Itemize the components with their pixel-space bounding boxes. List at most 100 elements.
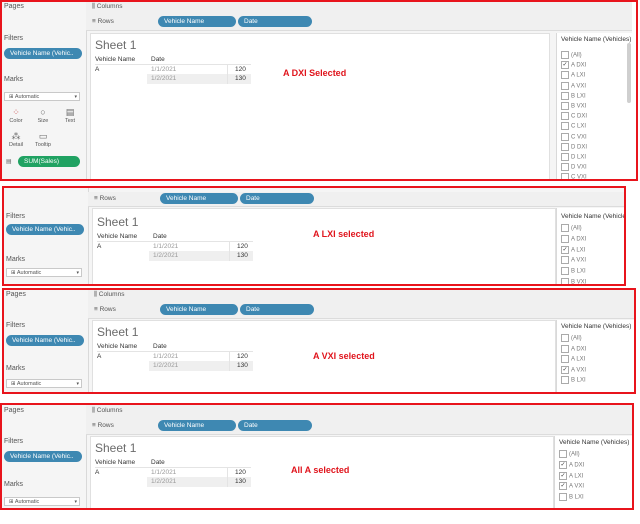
checkbox-icon[interactable] bbox=[561, 142, 569, 151]
filter-option[interactable]: D LXI bbox=[561, 153, 586, 163]
rows-pill-date[interactable]: Date bbox=[240, 193, 314, 204]
tooltip-label: Tooltip bbox=[35, 142, 51, 148]
checkbox-icon[interactable] bbox=[561, 173, 569, 180]
rows-pill-vehicle-name[interactable]: Vehicle Name bbox=[158, 16, 236, 27]
filter-option[interactable]: A LXI bbox=[561, 71, 585, 81]
filter-option[interactable]: ✓ A LXI bbox=[559, 471, 583, 482]
checkbox-checked-icon[interactable]: ✓ bbox=[559, 482, 567, 491]
color-button[interactable]: ⁘ Color bbox=[3, 106, 29, 128]
columns-shelf[interactable]: ⫼ Columns bbox=[86, 404, 632, 419]
columns-shelf[interactable]: ⫼ Columns bbox=[88, 288, 636, 303]
filter-option[interactable]: C VXI bbox=[561, 132, 587, 143]
size-button[interactable]: ○ Size bbox=[30, 106, 56, 128]
filter-option[interactable]: A VXI bbox=[561, 256, 586, 266]
rows-shelf[interactable]: ≡ Rows Vehicle Name Date bbox=[86, 418, 632, 435]
filter-option[interactable]: A LXI bbox=[561, 355, 585, 365]
filter-option[interactable]: ✓ A DXI bbox=[559, 460, 584, 471]
mark-type-dropdown[interactable]: ⊞ Automatic ▾ bbox=[4, 497, 80, 506]
filter-option[interactable]: (All) bbox=[559, 450, 580, 460]
checkbox-icon[interactable] bbox=[561, 71, 569, 80]
checkbox-checked-icon[interactable]: ✓ bbox=[561, 365, 569, 374]
mark-type-value: Automatic bbox=[14, 499, 40, 505]
filters-shelf[interactable]: Filters Vehicle Name (Vehic.. bbox=[0, 30, 86, 71]
filters-shelf[interactable]: Filters Vehicle Name (Vehic.. bbox=[0, 432, 86, 477]
checkbox-icon[interactable] bbox=[561, 153, 569, 161]
checkbox-icon[interactable] bbox=[561, 344, 569, 353]
mark-type-dropdown[interactable]: ⊞ Automatic ▾ bbox=[4, 92, 80, 101]
pages-shelf[interactable]: Pages bbox=[2, 288, 88, 317]
checkbox-icon[interactable] bbox=[561, 224, 569, 232]
filter-option[interactable]: C VXI bbox=[561, 173, 587, 180]
filter-option[interactable]: B VXI bbox=[561, 102, 586, 112]
checkbox-icon[interactable] bbox=[561, 376, 569, 385]
filter-option[interactable]: B VXI bbox=[561, 278, 586, 284]
rows-pill-vehicle-name[interactable]: Vehicle Name bbox=[160, 304, 238, 315]
checkbox-icon[interactable] bbox=[559, 450, 567, 458]
rows-shelf[interactable]: ≡ Rows Vehicle Name Date bbox=[88, 302, 636, 319]
filter-option[interactable]: B LXI bbox=[559, 493, 584, 503]
filter-option[interactable]: (All) bbox=[561, 334, 582, 344]
chevron-down-icon: ▾ bbox=[74, 94, 77, 100]
marks-card: Marks ⊞ Automatic ▾ ⁘ Color ○ Size ▤ Text ⁂ D… bbox=[0, 70, 86, 180]
filter-option[interactable]: A DXI bbox=[561, 344, 586, 355]
rows-pill-date[interactable]: Date bbox=[238, 16, 312, 27]
checkbox-checked-icon[interactable]: ✓ bbox=[561, 245, 569, 254]
checkbox-icon[interactable] bbox=[561, 122, 569, 131]
filter-option[interactable]: ✓ A VXI bbox=[559, 482, 584, 492]
filter-option[interactable]: C DXI bbox=[561, 112, 587, 122]
pages-shelf[interactable]: Pages bbox=[0, 404, 86, 433]
filter-option[interactable]: (All) bbox=[561, 51, 582, 61]
columns-shelf[interactable]: ⫼ Columns bbox=[86, 0, 632, 15]
filter-option[interactable]: C LXI bbox=[561, 122, 586, 132]
sales-pill[interactable]: SUM(Sales) bbox=[18, 156, 80, 167]
filter-option[interactable]: D VXI bbox=[561, 163, 587, 173]
filter-option[interactable]: B LXI bbox=[561, 267, 586, 277]
filter-option[interactable]: A VXI bbox=[561, 81, 586, 92]
checkbox-icon[interactable] bbox=[561, 91, 569, 100]
filter-option[interactable]: ✓ A DXI bbox=[561, 61, 586, 71]
rows-shelf[interactable]: ≡ Rows Vehicle Name Date bbox=[86, 14, 632, 31]
filter-option[interactable]: D DXI bbox=[561, 142, 587, 153]
checkbox-icon[interactable] bbox=[559, 493, 567, 502]
filter-pill-vehicle-name[interactable]: Vehicle Name (Vehic.. bbox=[4, 451, 82, 462]
checkbox-checked-icon[interactable]: ✓ bbox=[559, 471, 567, 480]
detail-button[interactable]: ⁂ Detail bbox=[3, 130, 29, 152]
filter-pill-vehicle-name[interactable]: Vehicle Name (Vehic.. bbox=[4, 48, 82, 59]
filter-option[interactable]: ✓ A LXI bbox=[561, 245, 585, 256]
checkbox-checked-icon[interactable]: ✓ bbox=[559, 460, 567, 469]
checkbox-icon[interactable] bbox=[561, 81, 569, 90]
rows-pill-vehicle-name[interactable]: Vehicle Name bbox=[160, 193, 238, 204]
filter-option[interactable]: B LXI bbox=[561, 91, 586, 102]
mark-type-dropdown[interactable]: ⊞ Automatic ▾ bbox=[6, 379, 82, 388]
checkbox-checked-icon[interactable]: ✓ bbox=[561, 61, 569, 70]
pages-shelf[interactable]: Pages bbox=[0, 0, 86, 31]
filter-option[interactable]: B LXI bbox=[561, 376, 586, 386]
filter-pill-vehicle-name[interactable]: Vehicle Name (Vehic.. bbox=[6, 224, 84, 235]
mark-type-dropdown[interactable]: ⊞ Automatic ▾ bbox=[6, 268, 82, 277]
filters-shelf[interactable]: Filters Vehicle Name (Vehic.. bbox=[2, 316, 88, 361]
checkbox-icon[interactable] bbox=[561, 278, 569, 284]
checkbox-icon[interactable] bbox=[561, 234, 569, 243]
rows-pill-vehicle-name[interactable]: Vehicle Name bbox=[158, 420, 236, 431]
checkbox-icon[interactable] bbox=[561, 334, 569, 342]
checkbox-icon[interactable] bbox=[561, 112, 569, 121]
filter-pill-vehicle-name[interactable]: Vehicle Name (Vehic.. bbox=[6, 335, 84, 346]
checkbox-icon[interactable] bbox=[561, 163, 569, 172]
filters-label: Filters bbox=[6, 322, 26, 329]
text-button[interactable]: ▤ Text bbox=[57, 106, 83, 128]
filter-option[interactable]: (All) bbox=[561, 224, 582, 234]
checkbox-icon[interactable] bbox=[561, 51, 569, 59]
filters-shelf[interactable]: Filters Vehicle Name (Vehic.. bbox=[2, 186, 88, 243]
checkbox-icon[interactable] bbox=[561, 267, 569, 276]
checkbox-icon[interactable] bbox=[561, 102, 569, 110]
rows-shelf[interactable]: ≡ Rows Vehicle Name Date bbox=[88, 192, 624, 207]
tooltip-button[interactable]: ▭ Tooltip bbox=[30, 130, 56, 152]
checkbox-icon[interactable] bbox=[561, 355, 569, 364]
rows-pill-date[interactable]: Date bbox=[238, 420, 312, 431]
scrollbar[interactable] bbox=[627, 43, 631, 103]
checkbox-icon[interactable] bbox=[561, 132, 569, 141]
filter-option[interactable]: A DXI bbox=[561, 234, 586, 245]
checkbox-icon[interactable] bbox=[561, 256, 569, 265]
rows-pill-date[interactable]: Date bbox=[240, 304, 314, 315]
filter-option[interactable]: ✓ A VXI bbox=[561, 365, 586, 376]
